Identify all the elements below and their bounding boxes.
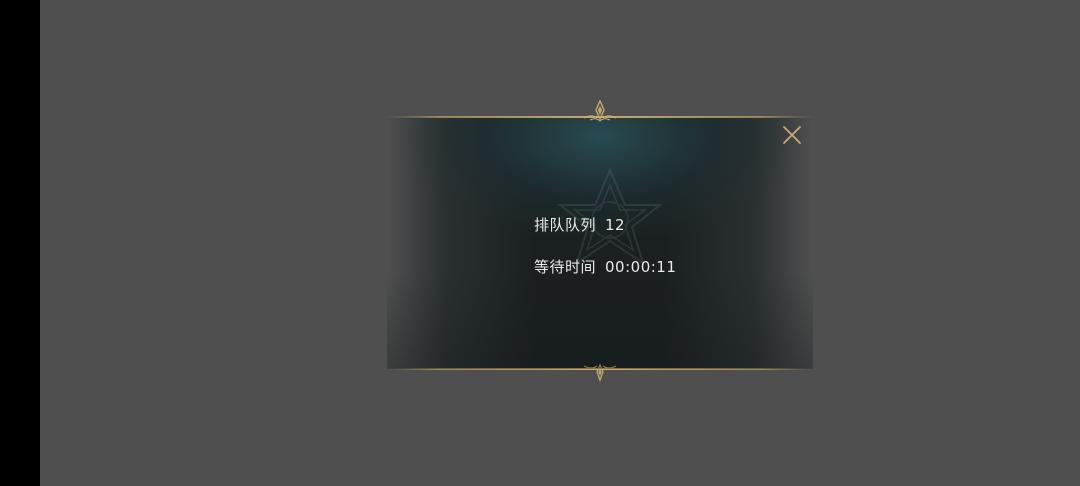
queue-dialog: 排队队列 12 等待时间 00:00:11: [387, 100, 813, 382]
queue-label: 排队队列: [534, 216, 597, 234]
device-left-edge: [0, 0, 40, 486]
bottom-ornament-icon: [583, 363, 617, 382]
wait-time-row: 等待时间 00:00:11: [534, 256, 676, 277]
top-ornament-icon: [583, 100, 617, 122]
close-icon[interactable]: [780, 123, 804, 147]
queue-value: 12: [605, 216, 626, 234]
wait-value: 00:00:11: [605, 258, 677, 276]
wait-label: 等待时间: [534, 258, 597, 276]
queue-position-row: 排队队列 12: [534, 214, 625, 235]
game-screen: 排队队列 12 等待时间 00:00:11: [40, 0, 1080, 486]
